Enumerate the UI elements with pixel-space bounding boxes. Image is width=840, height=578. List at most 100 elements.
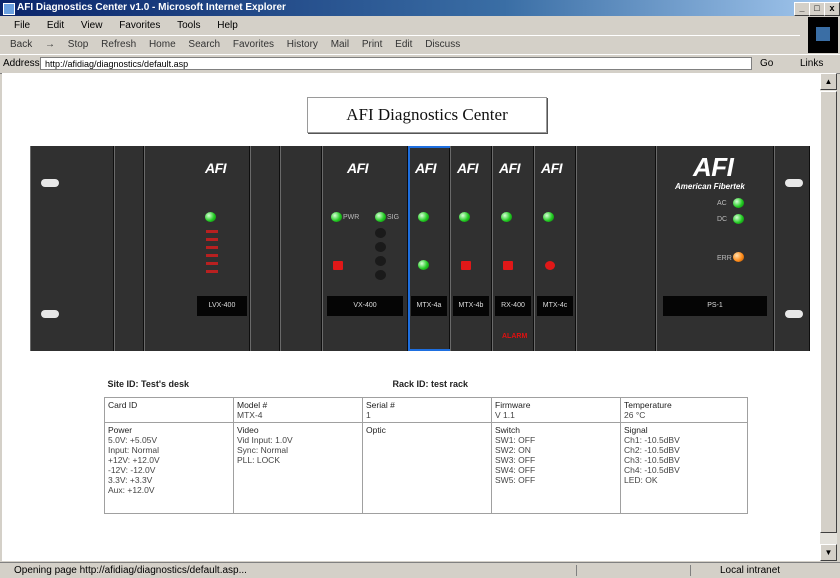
card-slot-1[interactable]: AFI LVX-400 (144, 146, 250, 351)
cell-signal: Signal Ch1: -10.5dBV Ch2: -10.5dBV Ch3: -1… (620, 422, 748, 514)
refresh-button[interactable]: Refresh (101, 39, 136, 50)
alarm-led (333, 261, 343, 270)
back-button[interactable]: Back (10, 39, 32, 50)
afi-brand-logo: AFI (693, 152, 734, 182)
card-slot-6[interactable]: AFI MTX-4c (534, 146, 576, 351)
brand-name: American Fibertek (675, 182, 745, 191)
screw-icon (785, 310, 803, 318)
alarm-led (503, 261, 513, 270)
title-bar: AFI Diagnostics Center v1.0 - Microsoft … (0, 0, 840, 16)
led-label: ERR (717, 255, 732, 262)
empty-slot[interactable] (280, 146, 322, 351)
card-name-label: MTX-4b (453, 296, 489, 316)
afi-logo: AFI (499, 160, 521, 176)
card-name-label: RX-400 (495, 296, 531, 316)
ie-icon (3, 3, 15, 15)
cell-power: Power 5.0V: +5.05V Input: Normal +12V: +12… (104, 422, 234, 514)
maximize-button[interactable]: □ (809, 2, 825, 16)
menu-view[interactable]: View (81, 20, 103, 31)
empty-slot[interactable] (114, 146, 144, 351)
go-button[interactable]: Go (760, 58, 773, 69)
level-bar (206, 238, 218, 241)
screw-icon (41, 310, 59, 318)
cell-temperature: Temperature 26 °C (620, 397, 748, 423)
status-led (501, 212, 512, 222)
security-zone: Local intranet (720, 565, 781, 576)
site-id: Site ID: Test's desk (107, 379, 190, 389)
forward-button[interactable]: → (45, 39, 55, 50)
vertical-scrollbar[interactable]: ▲ ▼ (819, 73, 837, 561)
page-title: AFI Diagnostics Center (307, 97, 547, 133)
links-button[interactable]: Links (800, 58, 823, 69)
table-row: Card ID Model # MTX-4 Serial #1 Firmware V… (104, 397, 748, 423)
card-slot-4[interactable]: AFI MTX-4b (450, 146, 492, 351)
card-name-label: MTX-4c (537, 296, 573, 316)
card-name-label: LVX-400 (197, 296, 247, 316)
search-button[interactable]: Search (188, 39, 220, 50)
edit-button[interactable]: Edit (395, 39, 412, 50)
scroll-up-icon[interactable]: ▲ (820, 73, 837, 90)
alarm-led (461, 261, 471, 270)
status-led (543, 212, 554, 222)
dc-led (733, 214, 744, 224)
scroll-thumb[interactable] (820, 91, 837, 533)
cell-serial: Serial #1 (362, 397, 492, 423)
home-button[interactable]: Home (149, 39, 176, 50)
menu-tools[interactable]: Tools (177, 20, 200, 31)
status-led (331, 212, 342, 222)
level-bar (206, 270, 218, 273)
address-bar: Address http://afidiag/diagnostics/defau… (0, 54, 840, 74)
led-label: DC (717, 216, 728, 223)
screw-icon (785, 179, 803, 187)
discuss-button[interactable]: Discuss (425, 39, 460, 50)
led-label: AC (717, 200, 727, 207)
scroll-down-icon[interactable]: ▼ (820, 544, 837, 561)
cell-switch: Switch SW1: OFF SW2: ON SW3: OFF SW4: OFF SW… (491, 422, 621, 514)
channel-led (375, 256, 386, 266)
cell-model: Model # MTX-4 (233, 397, 363, 423)
mail-button[interactable]: Mail (331, 39, 349, 50)
status-led (375, 212, 386, 222)
menu-file[interactable]: File (14, 20, 30, 31)
toolbar: Back → Stop Refresh Home Search Favorite… (0, 35, 800, 54)
cell-optic: Optic (362, 422, 492, 514)
page-content: AFI Diagnostics Center AFI LVX-400 AFI P… (2, 73, 819, 561)
afi-logo: AFI (457, 160, 479, 176)
ie-throbber-icon (808, 17, 838, 53)
menu-help[interactable]: Help (217, 20, 238, 31)
minimize-button[interactable]: _ (794, 2, 810, 16)
level-bar (206, 246, 218, 249)
print-button[interactable]: Print (362, 39, 383, 50)
divider (690, 565, 691, 576)
card-name-label: VX-400 (327, 296, 403, 316)
power-supply-slot[interactable]: AFI American Fibertek AC DC ERR PS-1 (656, 146, 774, 351)
alarm-led (545, 261, 555, 270)
status-bar: Opening page http://afidiag/diagnostics/… (0, 562, 840, 578)
history-button[interactable]: History (287, 39, 318, 50)
card-slot-5[interactable]: AFI RX-400 ALARM (492, 146, 534, 351)
cell-card-id: Card ID (104, 397, 234, 423)
power-led (205, 212, 216, 222)
empty-slot[interactable] (576, 146, 656, 351)
alarm-text: ALARM (502, 333, 528, 340)
level-bar (206, 230, 218, 233)
favorites-button[interactable]: Favorites (233, 39, 274, 50)
stop-button[interactable]: Stop (68, 39, 89, 50)
cell-firmware: Firmware V 1.1 (491, 397, 621, 423)
rack-chassis: AFI LVX-400 AFI PWR SIG VX-400 AFI MTX-4… (30, 146, 810, 351)
channel-led (375, 228, 386, 238)
channel-led (375, 270, 386, 280)
empty-slot[interactable] (250, 146, 280, 351)
divider (576, 565, 577, 576)
window-title: AFI Diagnostics Center v1.0 - Microsoft … (17, 2, 286, 13)
close-button[interactable]: x (824, 2, 840, 16)
menu-favorites[interactable]: Favorites (119, 20, 160, 31)
status-text: Opening page http://afidiag/diagnostics/… (14, 565, 247, 576)
menu-edit[interactable]: Edit (47, 20, 64, 31)
card-slot-2[interactable]: AFI PWR SIG VX-400 (322, 146, 408, 351)
level-bar (206, 254, 218, 257)
address-input[interactable]: http://afidiag/diagnostics/default.asp (40, 57, 752, 70)
table-row: Power 5.0V: +5.05V Input: Normal +12V: +12… (104, 422, 748, 514)
rack-id: Rack ID: test rack (392, 379, 469, 389)
card-name-label: PS-1 (663, 296, 767, 316)
